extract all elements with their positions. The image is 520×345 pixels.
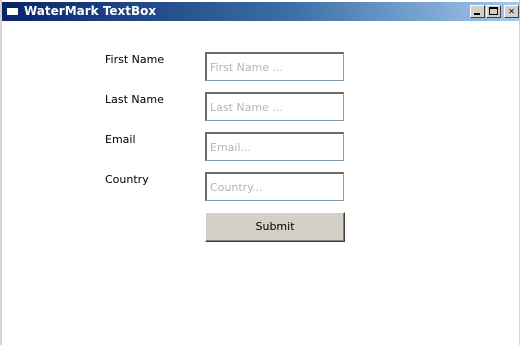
maximize-icon bbox=[489, 7, 498, 15]
window-app-icon bbox=[6, 5, 19, 16]
email-label: Email bbox=[105, 133, 136, 146]
close-button[interactable]: ✕ bbox=[504, 5, 519, 18]
submit-button[interactable]: Submit bbox=[205, 212, 345, 242]
title-bar[interactable]: WaterMark TextBox ✕ bbox=[2, 2, 520, 21]
minimize-icon bbox=[474, 13, 480, 15]
app-window: WaterMark TextBox ✕ First Name Last Name… bbox=[0, 0, 520, 345]
first-name-field[interactable] bbox=[205, 52, 344, 81]
window-title: WaterMark TextBox bbox=[24, 4, 157, 18]
maximize-button[interactable] bbox=[486, 5, 501, 18]
country-field[interactable] bbox=[205, 172, 344, 201]
minimize-button[interactable] bbox=[470, 5, 485, 18]
last-name-label: Last Name bbox=[105, 93, 164, 106]
email-field[interactable] bbox=[205, 132, 344, 161]
close-icon: ✕ bbox=[508, 6, 515, 17]
country-label: Country bbox=[105, 173, 149, 186]
first-name-label: First Name bbox=[105, 53, 165, 66]
last-name-field[interactable] bbox=[205, 92, 344, 121]
